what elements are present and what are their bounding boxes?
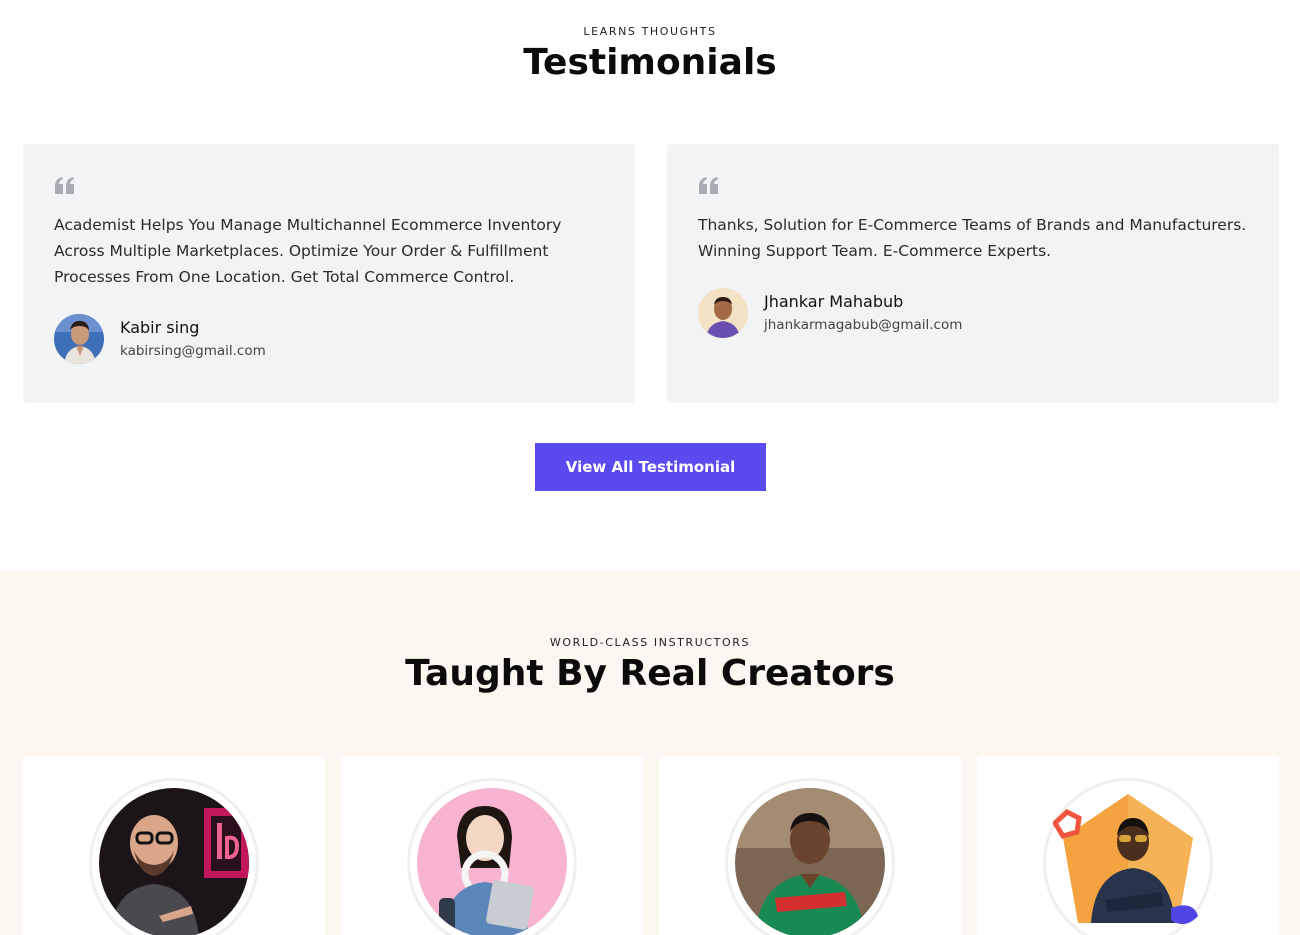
testimonial-text: Thanks, Solution for E-Commerce Teams of… bbox=[698, 216, 1247, 260]
instructor-card[interactable] bbox=[341, 756, 643, 935]
instructor-photo-frame bbox=[89, 778, 259, 935]
instructor-photo bbox=[417, 788, 567, 935]
testimonial-text: Academist Helps You Manage Multichannel … bbox=[54, 216, 562, 286]
instructor-photo bbox=[99, 788, 249, 935]
instructor-photo-frame bbox=[1043, 778, 1213, 935]
quote-icon bbox=[55, 177, 74, 194]
testimonials-heading: Testimonials bbox=[523, 42, 777, 83]
testimonials-section: LEARNS THOUGHTS Testimonials Academist H… bbox=[0, 0, 1300, 571]
instructor-photo-frame bbox=[407, 778, 577, 935]
instructors-section: WORLD-CLASS INSTRUCTORS Taught By Real C… bbox=[0, 571, 1300, 935]
instructor-photo-frame bbox=[725, 778, 895, 935]
testimonial-card: Thanks, Solution for E-Commerce Teams of… bbox=[667, 144, 1279, 403]
testimonial-author: Kabir sing kabirsing@gmail.com bbox=[54, 314, 266, 364]
instructor-card[interactable] bbox=[977, 756, 1279, 935]
instructor-card[interactable] bbox=[659, 756, 961, 935]
instructor-photo bbox=[1051, 788, 1203, 935]
view-all-testimonial-button[interactable]: View All Testimonial bbox=[535, 443, 766, 491]
testimonial-author: Jhankar Mahabub jhankarmagabub@gmail.com bbox=[698, 288, 962, 338]
author-email: kabirsing@gmail.com bbox=[120, 343, 266, 359]
author-name: Jhankar Mahabub bbox=[764, 292, 904, 311]
person-avatar-icon bbox=[54, 314, 104, 364]
quote-icon bbox=[699, 177, 718, 194]
instructors-eyebrow: WORLD-CLASS INSTRUCTORS bbox=[549, 636, 751, 649]
testimonials-eyebrow: LEARNS THOUGHTS bbox=[583, 25, 717, 38]
instructors-heading: Taught By Real Creators bbox=[405, 653, 895, 694]
author-email: jhankarmagabub@gmail.com bbox=[764, 317, 963, 333]
instructor-photo bbox=[735, 788, 885, 935]
author-name: Kabir sing bbox=[120, 318, 200, 337]
testimonial-card: Academist Helps You Manage Multichannel … bbox=[23, 144, 635, 403]
person-avatar-icon bbox=[698, 288, 748, 338]
instructor-card[interactable] bbox=[23, 756, 325, 935]
